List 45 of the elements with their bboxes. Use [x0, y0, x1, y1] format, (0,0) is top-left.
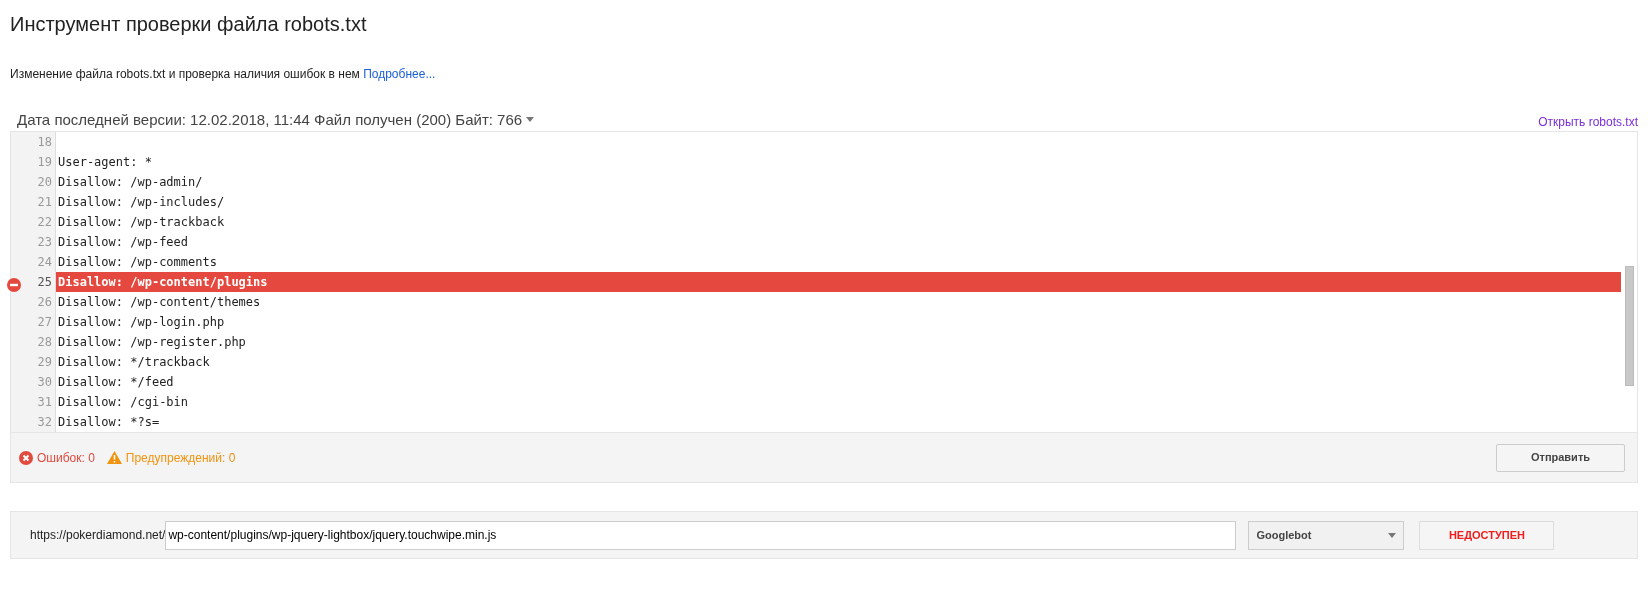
code-line: Disallow: /wp-comments — [57, 254, 218, 271]
scrollbar-thumb[interactable] — [1625, 266, 1634, 386]
error-icon — [19, 450, 33, 465]
line-number: 30 — [37, 375, 52, 389]
line-number: 31 — [37, 395, 52, 409]
warning-icon — [106, 451, 122, 464]
page-title: Инструмент проверки файла robots.txt — [10, 12, 368, 36]
version-dropdown[interactable]: Дата последней версии: 12.02.2018, 11:44 Файл получен (200) Байт: 766 — [10, 108, 535, 131]
line-number: 28 — [37, 335, 52, 349]
submit-button[interactable]: Отправить — [1496, 443, 1625, 472]
caret-icon — [1388, 532, 1397, 538]
result-button[interactable]: НЕДОСТУПЕН — [1419, 520, 1555, 550]
error-count: Ошибок: 0 — [37, 449, 95, 467]
code-line: Disallow: /wp-includes/ — [57, 194, 226, 211]
line-number: 24 — [37, 255, 52, 269]
line-number: 21 — [37, 195, 52, 209]
url-path-field[interactable]: wp-content/plugins/wp-jquery-lightbox/jquery.touchwipe.min.js — [165, 520, 1237, 550]
more-link[interactable]: Подробнее... — [363, 67, 436, 81]
code-line: Disallow: /wp-register.php — [57, 334, 247, 351]
line-number: 27 — [37, 315, 52, 329]
code-line: Disallow: /wp-login.php — [57, 314, 226, 331]
code-line: Disallow: /wp-feed — [57, 234, 190, 251]
line-number: 32 — [37, 415, 52, 429]
code-line: Disallow: /wp-admin/ — [57, 174, 204, 191]
code-line: Disallow: /cgi-bin — [57, 394, 190, 411]
code-line: Disallow: */trackback — [57, 354, 211, 371]
user-agent-select[interactable]: Googlebot — [1248, 520, 1405, 550]
line-number: 22 — [37, 215, 52, 229]
line-number: 20 — [37, 175, 52, 189]
code-line: Disallow: */feed — [57, 374, 175, 391]
code-line: Disallow: *?s= — [57, 414, 161, 431]
line-number: 26 — [37, 295, 52, 309]
warning-count: Предупреждений: 0 — [125, 449, 236, 467]
base-url: https://pokerdiamond.net/ — [30, 527, 166, 544]
code-line: Disallow: /wp-content/themes — [57, 294, 262, 311]
line-number: 18 — [37, 135, 52, 149]
page-description: Изменение файла robots.txt и проверка наличия ошибок в нем Подробнее... — [10, 66, 437, 83]
caret-icon — [526, 117, 535, 123]
line-number: 19 — [37, 155, 52, 169]
line-number: 29 — [37, 355, 52, 369]
line-number: 25 — [37, 275, 52, 289]
code-line: User-agent: * — [57, 154, 153, 171]
open-robots-link[interactable]: Открыть robots.txt — [1538, 113, 1638, 131]
code-line: Disallow: /wp-trackback — [57, 214, 226, 231]
line-number: 23 — [37, 235, 52, 249]
